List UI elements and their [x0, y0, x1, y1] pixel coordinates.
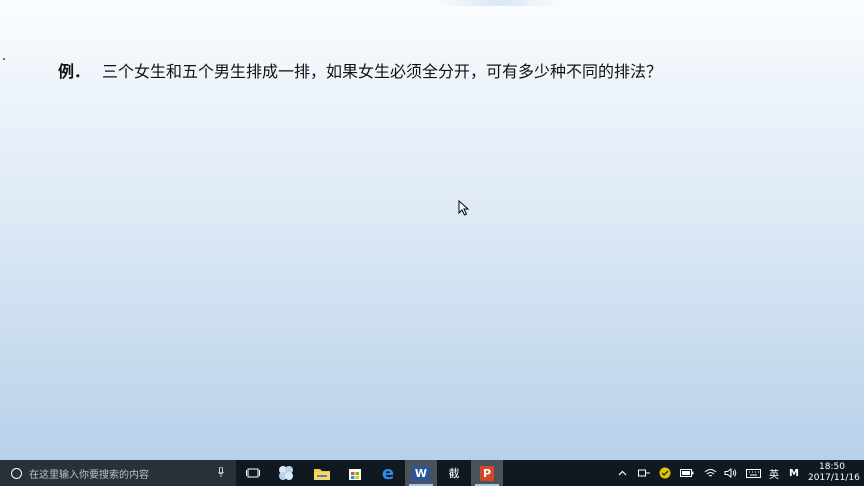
example-label: 例． — [58, 62, 91, 81]
problem-statement: 例． 三个女生和五个男生排成一排，如果女生必须全分开，可有多少种不同的排法？ — [58, 60, 838, 84]
language-label: 英 — [769, 469, 779, 481]
store-icon[interactable] — [339, 460, 371, 486]
taskbar-clock[interactable]: 18:50 2017/11/16 — [808, 462, 860, 484]
media-app-icon[interactable] — [270, 460, 302, 486]
ime-indicator[interactable]: M — [786, 460, 802, 486]
network-adapter-icon[interactable] — [636, 460, 652, 486]
task-view-icon[interactable] — [237, 460, 269, 486]
word-label: W — [411, 465, 431, 481]
top-highlight — [433, 0, 563, 6]
language-indicator[interactable]: 英 — [766, 460, 782, 486]
battery-icon[interactable] — [679, 460, 695, 486]
stray-dot — [3, 58, 5, 60]
show-hidden-icons-chevron-icon[interactable] — [615, 460, 629, 486]
slide-area: 例． 三个女生和五个男生排成一排，如果女生必须全分开，可有多少种不同的排法？ — [0, 0, 864, 460]
ime-label: M — [789, 467, 799, 479]
powerpoint-label: P — [479, 465, 495, 481]
problem-text: 三个女生和五个男生排成一排，如果女生必须全分开，可有多少种不同的排法？ — [102, 62, 663, 81]
clock-date: 2017/11/16 — [808, 473, 860, 483]
capture-app-label: 截 — [448, 467, 460, 480]
mouse-cursor-icon — [458, 200, 470, 216]
file-explorer-icon[interactable] — [306, 460, 338, 486]
taskbar-search-box[interactable]: 在这里输入你要搜索的内容 — [0, 460, 236, 486]
microphone-icon[interactable] — [218, 467, 224, 477]
clock-time: 18:50 — [819, 462, 845, 472]
capture-app-icon[interactable]: 截 — [438, 460, 470, 486]
security-app-icon[interactable] — [657, 460, 673, 486]
wifi-icon[interactable] — [702, 460, 718, 486]
search-placeholder: 在这里输入你要搜索的内容 — [29, 469, 149, 481]
keyboard-icon[interactable] — [744, 460, 762, 486]
word-icon[interactable]: W — [405, 460, 437, 486]
powerpoint-icon[interactable]: P — [471, 460, 503, 486]
cortana-circle-icon[interactable] — [11, 467, 22, 479]
taskbar: 在这里输入你要搜索的内容 e W 截 P 英 M 18:50 2017/11/1… — [0, 460, 864, 486]
edge-label: e — [381, 462, 395, 484]
volume-icon[interactable] — [722, 460, 738, 486]
edge-icon[interactable]: e — [372, 460, 404, 486]
